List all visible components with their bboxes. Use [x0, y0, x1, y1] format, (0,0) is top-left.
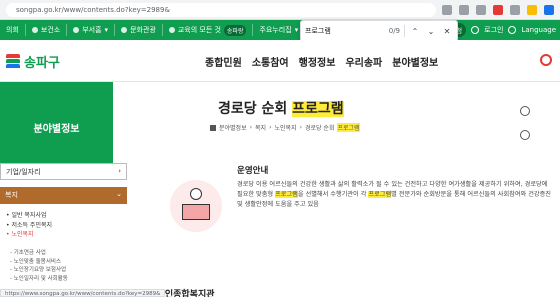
share-icon[interactable]	[520, 106, 530, 116]
nav-item-admin[interactable]: 행정정보	[299, 54, 336, 69]
puzzle-icon[interactable]	[510, 5, 520, 15]
top-link-education[interactable]: 교육의 모든 것 송파랑	[163, 24, 254, 36]
main-content: 운영안내 경로당 이용 어르신들의 건강한 생활과 삶의 활력소가 될 수 있는…	[140, 150, 560, 297]
login-link[interactable]: 로그인	[484, 25, 503, 35]
bookmark-icon[interactable]	[527, 5, 537, 15]
chevron-down-icon: ⌄	[116, 190, 122, 198]
education-icon	[168, 27, 175, 33]
section-heading: 운영안내	[237, 166, 269, 176]
top-link-main-sites[interactable]: 주요누리집 ▾	[253, 24, 306, 36]
category-select[interactable]: 기업/일자리 ›	[0, 163, 127, 180]
top-link-council[interactable]: 의회	[0, 24, 26, 36]
site-header: 송파구 종합민원 소통참여 행정정보 우리송파 분야별정보	[0, 40, 560, 82]
eye-off-icon[interactable]	[459, 5, 469, 15]
page-utilities	[520, 106, 530, 140]
nav-item-participation[interactable]: 소통참여	[252, 54, 289, 69]
left-nav-item-active[interactable]: • 노인복지	[6, 230, 52, 240]
link-status-bar: https://www.songpa.go.kr/www/contents.do…	[0, 289, 166, 297]
browser-address-bar: songpa.go.kr/www/contents.do?key=2989&	[0, 0, 560, 20]
language-link[interactable]: Language	[521, 26, 556, 34]
chevron-down-icon: ▾	[294, 26, 299, 34]
find-prev-icon[interactable]: ⌃	[409, 27, 421, 36]
login-icon	[471, 26, 480, 34]
dept-icon	[73, 27, 80, 33]
title-highlight: 프로그램	[292, 101, 344, 117]
find-count: 0/9	[388, 27, 400, 35]
profile-avatar[interactable]	[544, 5, 554, 15]
chevron-right-icon: ›	[118, 167, 121, 175]
print-icon[interactable]	[520, 130, 530, 140]
left-nav-subitems: - 기초연금 사업 - 노인맞춤 돌봄서비스 - 노인장기요양 보험사업 - 노…	[10, 249, 68, 283]
left-nav-item[interactable]: • 일반 복지사업	[6, 211, 52, 221]
nav-item-civil[interactable]: 종합민원	[205, 54, 242, 69]
chevron-down-icon: ▾	[104, 26, 109, 34]
health-icon	[31, 27, 38, 33]
logo-mark-icon	[6, 53, 20, 70]
top-links: 의회 보건소 부서홈 ▾ 문화관광 교육의 모든 것 송파랑 주요누리집 ▾	[0, 20, 306, 40]
star-icon[interactable]	[476, 5, 486, 15]
search-highlight: 프로그램	[368, 191, 392, 198]
global-nav: 종합민원 소통참여 행정정보 우리송파 분야별정보	[205, 54, 438, 69]
left-nav-item[interactable]: • 저소득 주민복지	[6, 221, 52, 231]
search-icon[interactable]	[540, 54, 552, 66]
page-title: 경로당 순회 프로그램	[218, 101, 344, 117]
section-body: 경로당 이용 어르신들의 건강한 생활과 삶의 활력소가 될 수 있는 건전하고…	[237, 181, 551, 208]
globe-icon	[508, 26, 517, 34]
top-link-culture[interactable]: 문화관광	[115, 24, 163, 36]
translate-icon[interactable]	[442, 5, 452, 15]
reading-person-icon	[170, 180, 222, 232]
find-divider	[404, 25, 405, 37]
breadcrumb: 분야별정보 › 복지 › 노인복지 › 경로당 순회 프로그램	[210, 123, 360, 132]
logo-text: 송파구	[24, 56, 60, 71]
left-nav-subitem[interactable]: - 기초연금 사업	[10, 249, 68, 258]
find-in-page-bar: 프로그램 0/9 ⌃ ⌄ ✕	[300, 20, 458, 42]
home-icon[interactable]	[210, 124, 216, 131]
browser-toolbar-icons	[442, 3, 554, 17]
left-nav-subitem[interactable]: - 노인장기요양 보험사업	[10, 266, 68, 275]
culture-icon	[121, 27, 128, 33]
nav-item-field[interactable]: 분야별정보	[392, 54, 438, 69]
find-next-icon[interactable]: ⌄	[425, 27, 437, 36]
top-link-health[interactable]: 보건소	[26, 24, 68, 36]
find-input[interactable]: 프로그램	[305, 26, 385, 36]
url-field[interactable]: songpa.go.kr/www/contents.do?key=2989&	[6, 3, 436, 17]
left-nav-items: • 일반 복지사업 • 저소득 주민복지 • 노인복지	[6, 211, 52, 240]
find-close-icon[interactable]: ✕	[441, 27, 453, 36]
left-nav-subitem[interactable]: - 노인맞춤 돌봄서비스	[10, 258, 68, 267]
site-top-bar: 의회 보건소 부서홈▾ 문화관광 교육의 모든 것송파랑 주요누리집▾ 문자신청…	[0, 20, 560, 40]
extension-icon[interactable]	[493, 5, 503, 15]
category-welfare[interactable]: 복지 ⌄	[0, 187, 127, 204]
nav-item-songpa[interactable]: 우리송파	[345, 54, 382, 69]
side-title: 분야별정보	[0, 82, 113, 172]
top-link-dept[interactable]: 부서홈 ▾	[67, 24, 116, 36]
site-logo[interactable]: 송파구	[6, 52, 60, 71]
left-nav: 기업/일자리 › 복지 ⌄ • 일반 복지사업 • 저소득 주민복지 • 노인복…	[0, 163, 130, 297]
left-nav-subitem[interactable]: - 노인일자리 및 사회활동	[10, 275, 68, 284]
songparang-badge: 송파랑	[223, 24, 247, 36]
search-highlight: 프로그램	[275, 191, 298, 198]
